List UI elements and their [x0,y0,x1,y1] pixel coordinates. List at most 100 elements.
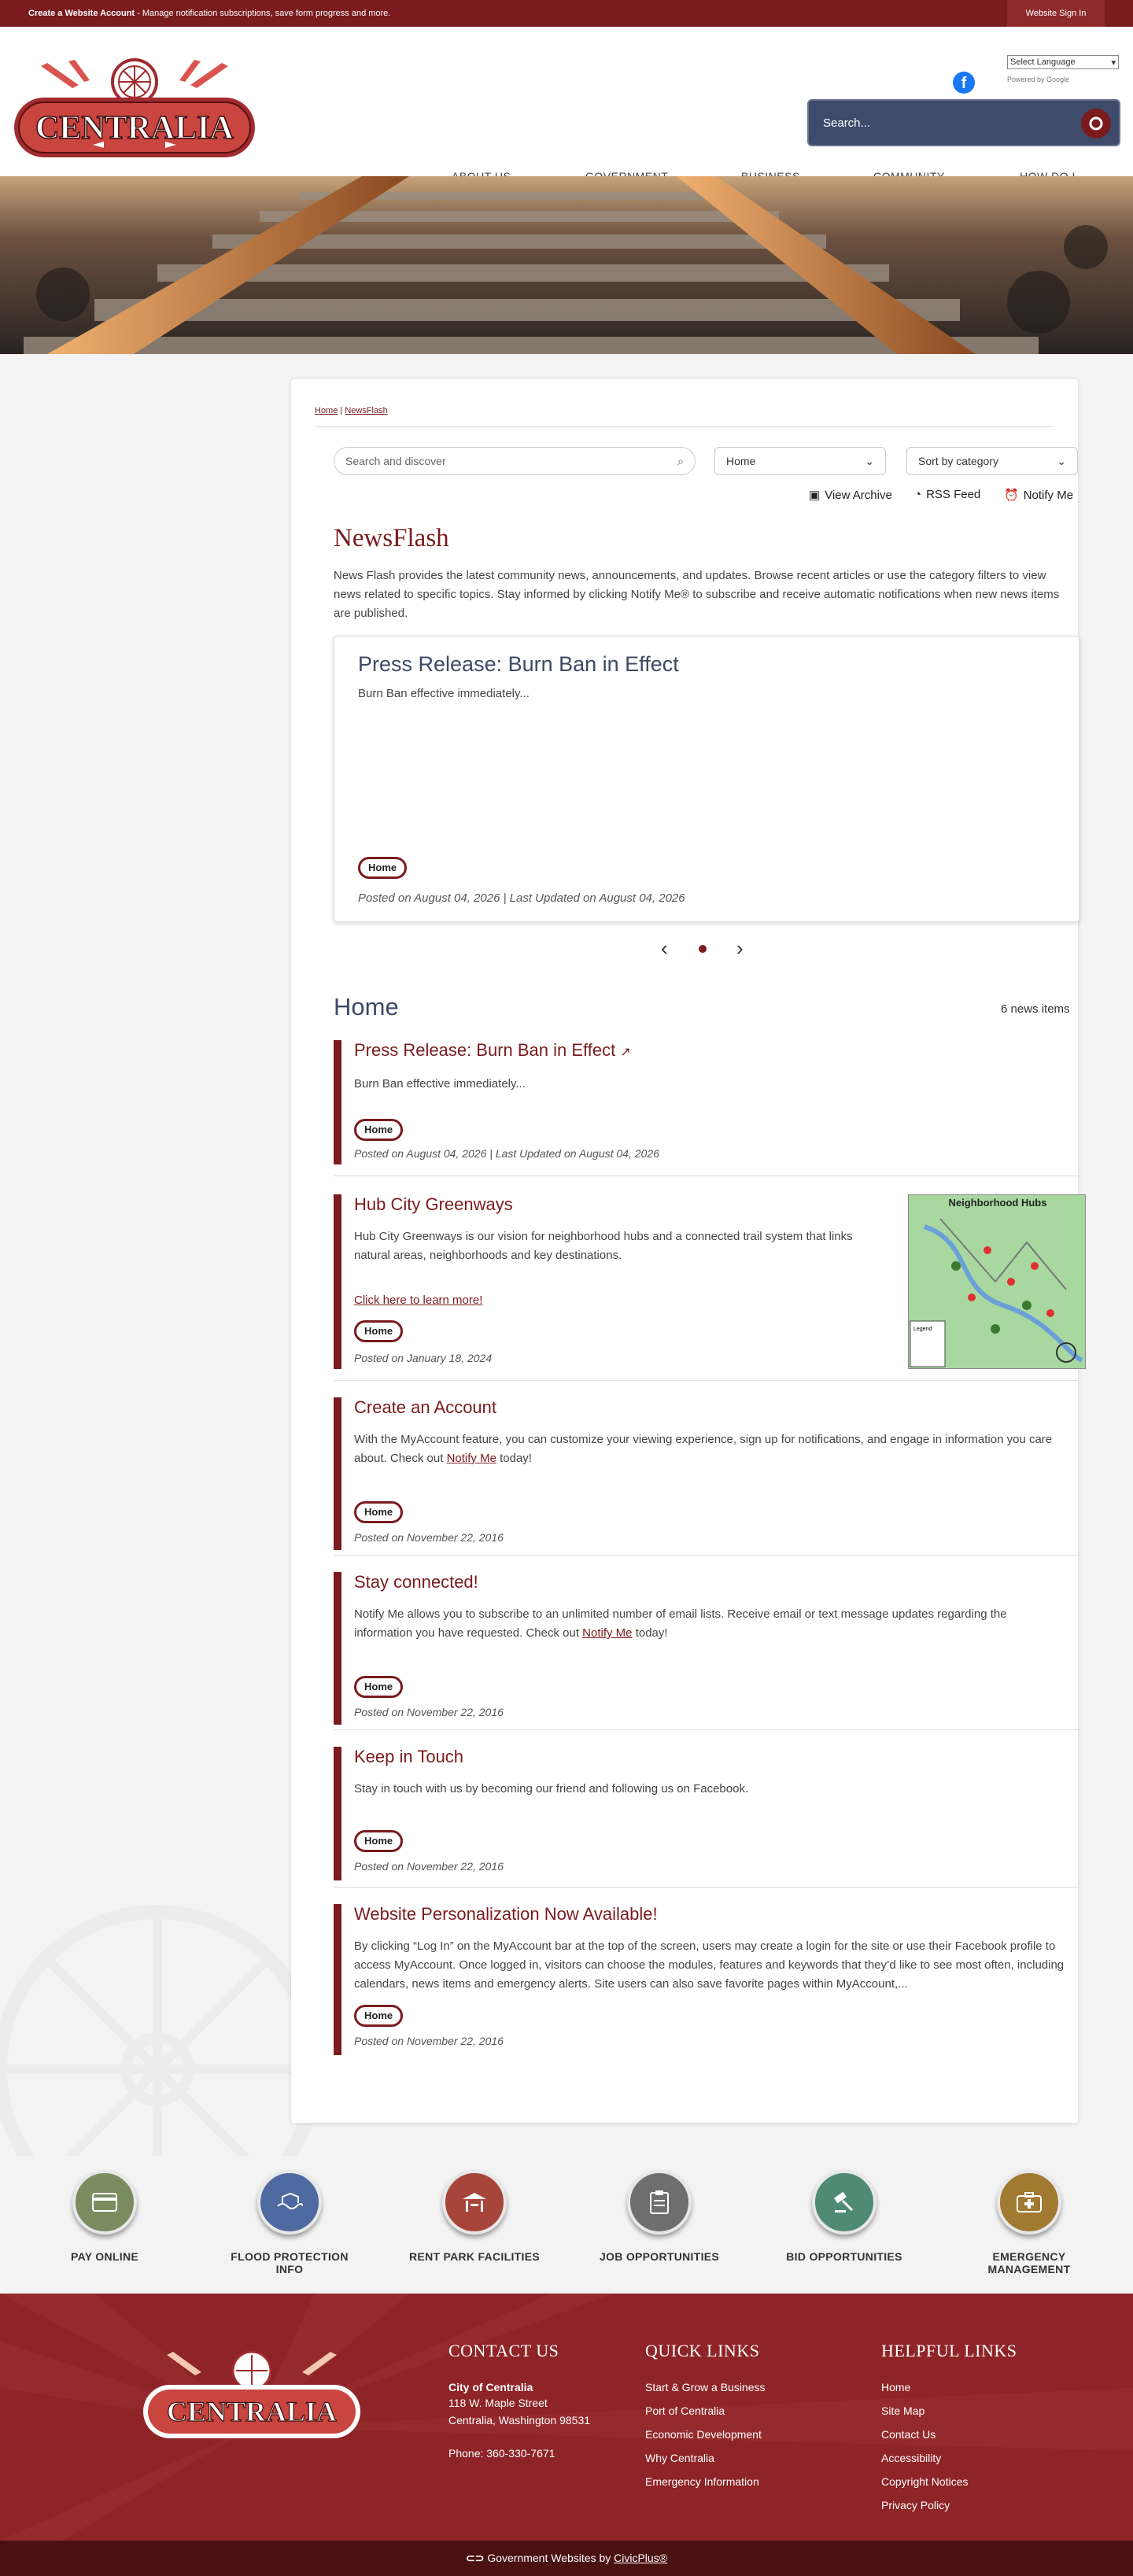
footer-link[interactable]: Privacy Policy [881,2493,1017,2517]
page-description: News Flash provides the latest community… [334,569,1060,620]
news-search-input[interactable]: Search and discover ⌕ [334,447,696,475]
footer-helpful-links: HELPFUL LINKS Home Site Map Contact Us A… [881,2341,1017,2517]
featured-posted: Posted on August 04, 2026 | Last Updated… [358,891,685,905]
search-placeholder: Search... [823,116,871,130]
divider [334,1175,1079,1176]
item-posted: Posted on November 22, 2016 [354,1706,504,1718]
learn-more-link[interactable]: Click here to learn more! [354,1294,482,1307]
sign-in-button[interactable]: Website Sign In [1007,0,1105,27]
civicplus-icon: ⊂⊃ [465,2552,485,2564]
chevron-down-icon: ⌄ [865,454,874,467]
footer-centralia-logo[interactable]: CENTRALIA [140,2349,364,2445]
item-title[interactable]: Hub City Greenways [354,1194,513,1215]
flood-wave-icon [257,2170,322,2235]
item-title[interactable]: Create an Account [354,1397,496,1418]
search-button[interactable] [1081,109,1111,138]
quick-link-rent-park[interactable]: RENT PARK FACILITIES [408,2170,541,2263]
divider [334,1887,1079,1888]
quick-link-bid-opportunities[interactable]: BID OPPORTUNITIES [777,2170,911,2263]
sort-dropdown[interactable]: Sort by category ⌄ [906,447,1078,475]
notify-me-link[interactable]: Notify Me [582,1626,632,1640]
list-item: Keep in Touch Stay in touch with us by b… [334,1747,1079,1880]
item-posted: Posted on November 22, 2016 [354,1860,504,1873]
divider [334,1555,1079,1556]
item-title[interactable]: Keep in Touch [354,1747,463,1767]
list-item: Website Personalization Now Available! B… [334,1904,1079,2055]
item-posted: Posted on November 22, 2016 [354,2035,504,2047]
gavel-icon [812,2170,877,2235]
search-icon[interactable]: ⌕ [677,455,684,468]
list-item: Press Release: Burn Ban in Effect ↗ Burn… [334,1040,1079,1164]
logo-text: CENTRALIA [35,110,234,146]
footer-link[interactable]: Accessibility [881,2446,1017,2470]
carousel-dot[interactable] [699,945,707,953]
item-posted: Posted on November 22, 2016 [354,1531,504,1544]
item-body: Burn Ban effective immediately... [354,1077,526,1091]
quick-link-emergency-management[interactable]: EMERGENCY MANAGEMENT [962,2170,1096,2275]
item-tag[interactable]: Home [354,1119,404,1141]
footer-link[interactable]: Emergency Information [645,2470,766,2493]
powered-by-google: Powered by Google [1007,76,1070,83]
footer-phone[interactable]: Phone: 360-330-7671 [448,2441,590,2465]
footer-quick-links: QUICK LINKS Start & Grow a Business Port… [645,2341,766,2493]
footer-link[interactable]: Site Map [881,2399,1017,2423]
item-tag[interactable]: Home [354,1830,404,1852]
footer-link[interactable]: Economic Development [645,2423,766,2446]
facebook-icon[interactable]: f [953,72,975,94]
list-item: Create an Account With the MyAccount fea… [334,1397,1079,1550]
footer-link[interactable]: Copyright Notices [881,2470,1017,2493]
footer-link[interactable]: Contact Us [881,2423,1017,2446]
item-tag[interactable]: Home [354,1501,404,1523]
carousel-pager: ‹ › [661,938,747,958]
category-dropdown[interactable]: Home ⌄ [714,447,886,475]
map-title: Neighborhood Hubs [949,1197,1047,1209]
pavilion-icon [442,2170,507,2235]
language-select[interactable]: Select Language ▾ [1007,55,1119,69]
item-title[interactable]: Stay connected! [354,1572,478,1592]
newsflash-panel: Home | NewsFlash Search and discover ⌕ Ho… [291,379,1086,2123]
footer-link[interactable]: Home [881,2375,1017,2399]
page-title: NewsFlash [334,524,449,552]
clipboard-icon [627,2170,692,2235]
breadcrumb-home[interactable]: Home [315,406,338,415]
item-title[interactable]: Website Personalization Now Available! [354,1904,658,1925]
item-title[interactable]: Press Release: Burn Ban in Effect ↗ [354,1040,631,1061]
create-account-link[interactable]: Create a Website Account - Manage notifi… [28,9,390,18]
breadcrumb-newsflash[interactable]: NewsFlash [345,406,387,415]
credit-card-icon [72,2170,137,2235]
featured-title[interactable]: Press Release: Burn Ban in Effect [358,652,679,677]
map-legend-label: Legend [913,1327,932,1332]
footer-link[interactable]: Port of Centralia [645,2399,766,2423]
item-body: With the MyAccount feature, you can cust… [354,1433,1053,1465]
item-tag[interactable]: Home [354,1676,404,1698]
site-search[interactable]: Search... [807,99,1120,146]
chevron-left-icon[interactable]: ‹ [661,938,668,958]
featured-tag[interactable]: Home [358,857,408,879]
news-count: 6 news items [1001,1002,1070,1016]
chevron-right-icon[interactable]: › [736,938,744,958]
quick-link-pay-online[interactable]: PAY ONLINE [38,2170,172,2263]
footer-contact: CONTACT US City of Centralia 118 W. Mapl… [448,2341,590,2465]
external-link-icon: ↗ [620,1046,631,1059]
footer-link[interactable]: Why Centralia [645,2446,766,2470]
civicplus-link[interactable]: CivicPlus® [614,2552,667,2564]
quick-link-flood-protection[interactable]: FLOOD PROTECTION INFO [223,2170,356,2275]
footer-credit: ⊂⊃ Government Websites by CivicPlus® [0,2541,1133,2576]
neighborhood-hubs-map[interactable]: Neighborhood Hubs Legend [908,1194,1086,1369]
list-item: Stay connected! Notify Me allows you to … [334,1572,1079,1725]
item-tag[interactable]: Home [354,2005,404,2027]
view-archive-link[interactable]: ▣ View Archive [809,488,892,503]
notify-me-link[interactable]: ⏰ Notify Me [1004,488,1073,503]
featured-news-card[interactable]: Press Release: Burn Ban in Effect Burn B… [334,636,1079,922]
quick-link-job-opportunities[interactable]: JOB OPPORTUNITIES [592,2170,726,2263]
divider [334,1729,1079,1730]
item-tag[interactable]: Home [354,1320,404,1342]
chevron-down-icon: ⌄ [1057,454,1066,467]
divider [315,426,1054,427]
footer-link[interactable]: Start & Grow a Business [645,2375,766,2399]
site-footer: CENTRALIA CONTACT US City of Centralia 1… [0,2294,1133,2541]
notify-me-link[interactable]: Notify Me [447,1452,496,1465]
centralia-logo[interactable]: CENTRALIA [9,58,260,165]
list-item: Hub City Greenways Hub City Greenways is… [334,1194,1086,1369]
rss-feed-link[interactable]: ◔ RSS Feed [914,488,980,501]
